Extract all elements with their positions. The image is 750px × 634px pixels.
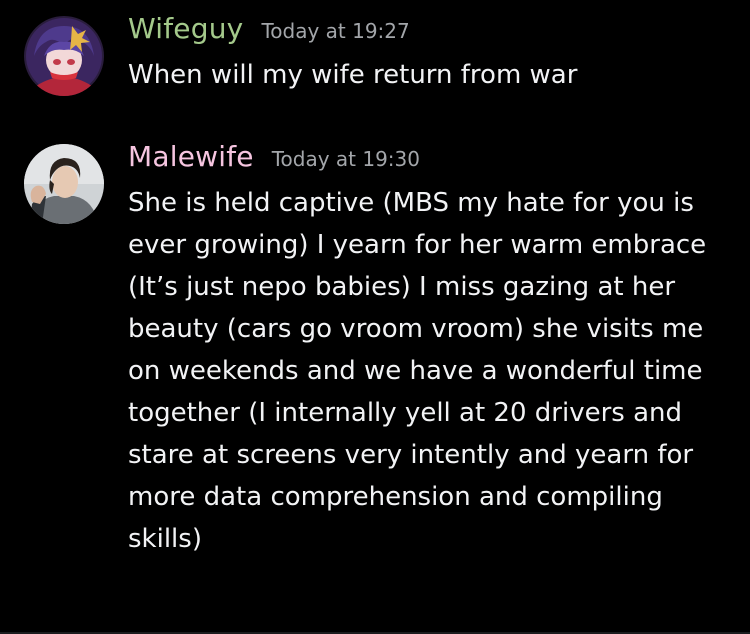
- username[interactable]: Wifeguy: [128, 12, 243, 45]
- anime-character-avatar-icon: [24, 16, 104, 96]
- timestamp[interactable]: Today at 19:30: [272, 147, 420, 171]
- message-content: She is held captive (MBS my hate for you…: [128, 188, 707, 554]
- username[interactable]: Malewife: [128, 140, 254, 173]
- message-content: When will my wife return from war: [128, 60, 578, 90]
- message-header: Malewife Today at 19:30: [128, 140, 730, 180]
- message-body: Wifeguy Today at 19:27 When will my wife…: [128, 12, 730, 96]
- user-avatar[interactable]: [24, 144, 104, 224]
- user-avatar[interactable]: [24, 16, 104, 96]
- timestamp[interactable]: Today at 19:27: [261, 19, 409, 43]
- message-body: Malewife Today at 19:30 She is held capt…: [128, 140, 730, 560]
- message-header: Wifeguy Today at 19:27: [128, 12, 730, 52]
- person-photo-avatar-icon: [24, 144, 104, 224]
